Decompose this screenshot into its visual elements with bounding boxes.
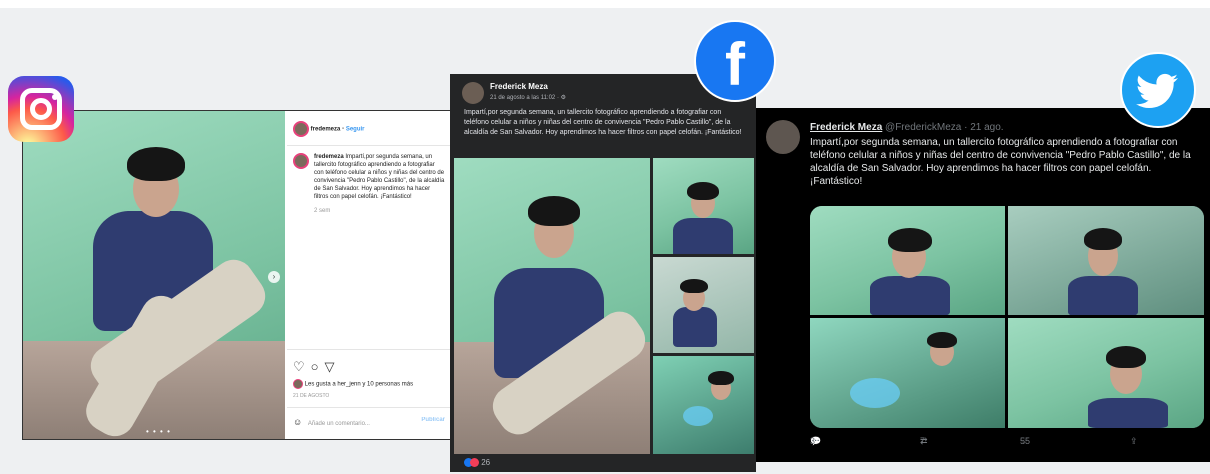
retweet-count: 7 — [920, 436, 926, 446]
divider — [287, 349, 451, 350]
facebook-photo-3[interactable] — [653, 257, 754, 353]
comment-input[interactable]: Añade un comentario... — [308, 421, 370, 427]
avatar[interactable] — [293, 153, 309, 169]
tweet-text: Impartí,por segunda semana, un tallercit… — [810, 137, 1191, 187]
love-reaction-icon — [470, 458, 479, 468]
twitter-logo-icon — [1120, 52, 1196, 128]
carousel-dots: • • • • — [146, 427, 171, 436]
facebook-photo-main[interactable] — [454, 158, 650, 454]
share-icon: ⇪ — [1130, 436, 1138, 446]
tweet-photo-4[interactable] — [1008, 318, 1204, 428]
avatar[interactable] — [462, 82, 484, 104]
tweet-photo-grid — [810, 206, 1204, 428]
facebook-photo-4[interactable] — [653, 356, 754, 454]
facebook-photo-2[interactable] — [653, 158, 754, 254]
facebook-post-text: Impartí,por segunda semana, un tallercit… — [464, 109, 742, 136]
likes-row: Les gusta a her_jenn y 10 personas más — [293, 379, 445, 389]
tweet-photo-1[interactable] — [810, 206, 1005, 315]
divider — [287, 145, 451, 146]
instagram-caption: fredemeza Impartí,por segunda semana, un… — [293, 153, 445, 215]
facebook-post: Frederick Meza 21 de agosto a las 11:02 … — [450, 74, 756, 472]
avatar[interactable] — [766, 120, 800, 154]
avatar[interactable] — [293, 121, 309, 137]
emoji-icon[interactable]: ☺ — [293, 417, 302, 427]
likes-text[interactable]: Les gusta a her_jenn y 10 personas más — [305, 382, 413, 388]
twitter-author-name[interactable]: Frederick Meza — [810, 122, 882, 133]
facebook-author-name[interactable]: Frederick Meza — [490, 82, 548, 91]
twitter-post: Frederick Meza @FrederickMeza · 21 ago. … — [756, 108, 1210, 462]
facebook-logo-icon: f — [694, 20, 776, 102]
comment-bar: ☺ Añade un comentario... Publicar — [293, 417, 445, 427]
facebook-photo-grid — [454, 158, 754, 454]
comment-icon[interactable]: ○ — [311, 359, 325, 374]
instagram-post-photo: › • • • • — [23, 111, 285, 439]
instagram-actions: ♡○▽ — [293, 359, 341, 375]
instagram-sidebar: fredemeza • Seguir fredemeza Impartí,por… — [287, 111, 451, 439]
avatar — [293, 379, 303, 389]
tweet-photo-2[interactable] — [1008, 206, 1204, 315]
top-border — [0, 0, 1210, 8]
twitter-handle-date[interactable]: @FrederickMeza · 21 ago. — [885, 122, 1004, 133]
reply-count: 3 — [810, 436, 816, 446]
tweet-header: Frederick Meza @FrederickMeza · 21 ago. — [810, 122, 1004, 133]
facebook-reactions[interactable]: 26 — [464, 458, 491, 468]
instagram-username[interactable]: fredemeza — [311, 127, 341, 133]
instagram-post: › • • • • fredemeza • Seguir fredemeza I… — [22, 110, 452, 440]
like-count: 55 — [1020, 436, 1031, 446]
post-date: 21 DE AGOSTO — [293, 393, 330, 399]
instagram-logo-icon — [8, 76, 74, 142]
heart-icon[interactable]: ♡ — [293, 359, 311, 374]
facebook-post-date[interactable]: 21 de agosto a las 11:02 · ⚙ — [490, 94, 566, 101]
caption-time: 2 sem — [314, 208, 331, 214]
reactions-count: 26 — [481, 458, 491, 467]
follow-button[interactable]: Seguir — [346, 127, 365, 133]
post-comment-button[interactable]: Publicar — [421, 417, 445, 423]
caption-text: Impartí,por segunda semana, un tallercit… — [314, 154, 445, 200]
caption-username[interactable]: fredemeza — [314, 154, 344, 160]
tweet-photo-3[interactable] — [810, 318, 1005, 428]
carousel-next-button[interactable]: › — [268, 271, 280, 283]
instagram-header: fredemeza • Seguir — [293, 121, 445, 137]
share-icon[interactable]: ▽ — [325, 359, 341, 374]
divider — [287, 407, 451, 408]
